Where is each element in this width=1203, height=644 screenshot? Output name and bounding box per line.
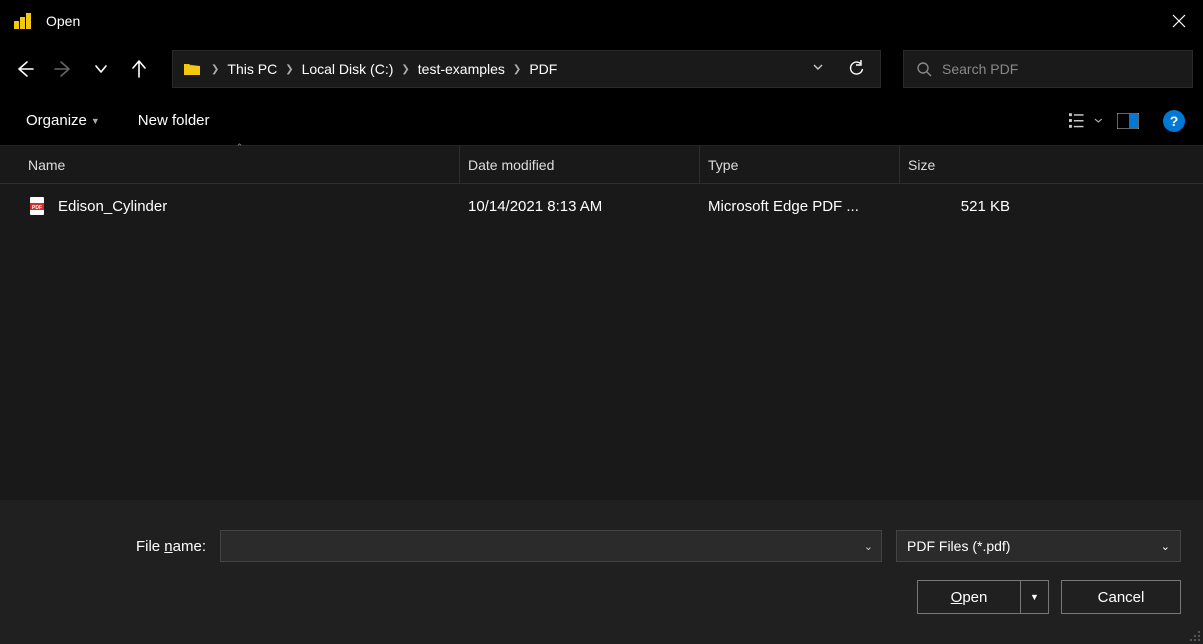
column-header-type[interactable]: Type [700,146,900,183]
breadcrumb: ❯ This PC ❯ Local Disk (C:) ❯ test-examp… [209,57,800,81]
open-button[interactable]: Open [917,580,1021,614]
column-header-size[interactable]: Size [900,146,1050,183]
file-size: 521 KB [900,198,1050,215]
address-history-button[interactable] [808,56,828,82]
refresh-icon [847,60,865,78]
chevron-down-icon [94,62,108,76]
preview-pane-button[interactable] [1111,106,1145,136]
svg-text:PDF: PDF [32,205,42,211]
chevron-down-icon[interactable]: ⌄ [864,540,873,553]
recent-locations-button[interactable] [86,54,116,84]
open-split-button: Open ▼ [917,580,1049,614]
organize-label: Organize [26,112,87,129]
chevron-down-icon [812,61,824,73]
search-input[interactable] [942,61,1180,77]
file-name: Edison_Cylinder [58,198,167,215]
column-headers: ⌃ Name Date modified Type Size [0,146,1203,184]
chevron-down-icon: ▼ [91,116,100,126]
navigation-bar: ❯ This PC ❯ Local Disk (C:) ❯ test-examp… [0,42,1203,96]
breadcrumb-segment[interactable]: This PC [223,57,281,81]
file-type-filter-label: PDF Files (*.pdf) [907,538,1010,554]
resize-grip-icon[interactable] [1187,628,1201,642]
filename-label: File name: [118,538,206,555]
cancel-button[interactable]: Cancel [1061,580,1181,614]
new-folder-button[interactable]: New folder [130,106,218,135]
refresh-button[interactable] [842,55,870,83]
chevron-right-icon[interactable]: ❯ [511,64,523,75]
view-options-button[interactable] [1069,106,1103,136]
column-header-name[interactable]: ⌃ Name [20,146,460,183]
chevron-down-icon [1094,116,1103,125]
file-list-area: ⌃ Name Date modified Type Size PDF Ediso… [0,146,1203,500]
view-details-icon [1069,112,1090,130]
search-box[interactable] [903,50,1193,88]
file-type: Microsoft Edge PDF ... [700,198,900,215]
file-row[interactable]: PDF Edison_Cylinder 10/14/2021 8:13 AM M… [0,184,1203,228]
bottom-panel: File name: ⌄ PDF Files (*.pdf) ⌄ Open ▼ … [0,500,1203,644]
breadcrumb-segment[interactable]: PDF [525,57,561,81]
filename-input[interactable] [229,538,864,554]
search-icon [916,61,932,77]
chevron-right-icon[interactable]: ❯ [209,64,221,75]
new-folder-label: New folder [138,112,210,129]
file-type-filter[interactable]: PDF Files (*.pdf) ⌄ [896,530,1181,562]
file-date: 10/14/2021 8:13 AM [460,198,700,215]
preview-pane-icon [1117,113,1139,129]
window-title: Open [46,13,80,29]
up-button[interactable] [124,54,154,84]
breadcrumb-segment[interactable]: Local Disk (C:) [298,57,398,81]
forward-button[interactable] [48,54,78,84]
sort-ascending-icon: ⌃ [236,142,244,153]
toolbar: Organize ▼ New folder ? [0,96,1203,146]
organize-button[interactable]: Organize ▼ [18,106,108,135]
close-button[interactable] [1155,0,1203,42]
app-icon [12,11,32,31]
arrow-up-icon [129,59,149,79]
open-dropdown-button[interactable]: ▼ [1021,580,1049,614]
title-bar: Open [0,0,1203,42]
back-button[interactable] [10,54,40,84]
chevron-down-icon: ⌄ [1161,540,1170,553]
arrow-left-icon [15,59,35,79]
chevron-right-icon[interactable]: ❯ [283,64,295,75]
help-button[interactable]: ? [1163,110,1185,132]
column-header-date[interactable]: Date modified [460,146,700,183]
address-bar[interactable]: ❯ This PC ❯ Local Disk (C:) ❯ test-examp… [172,50,881,88]
chevron-right-icon[interactable]: ❯ [399,64,411,75]
pdf-file-icon: PDF [28,196,48,216]
folder-icon [183,60,201,78]
breadcrumb-segment[interactable]: test-examples [414,57,509,81]
filename-combobox[interactable]: ⌄ [220,530,882,562]
help-icon: ? [1170,113,1179,129]
chevron-down-icon: ▼ [1030,592,1039,602]
arrow-right-icon [53,59,73,79]
close-icon [1172,14,1186,28]
